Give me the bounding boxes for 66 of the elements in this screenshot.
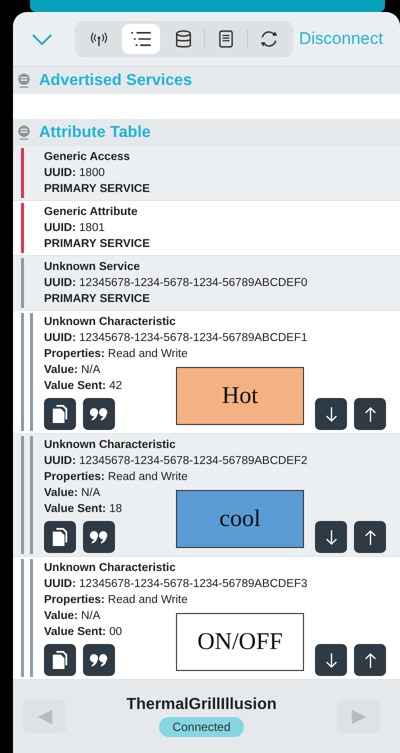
attribute-detail: PRIMARY SERVICE xyxy=(44,237,151,252)
attribute-detail: Properties: Read and Write xyxy=(44,593,189,608)
attribute-detail: Value: N/A xyxy=(44,609,102,624)
section-title: Attribute Table xyxy=(39,124,151,142)
arrow-up-icon xyxy=(364,652,376,668)
list-tab[interactable] xyxy=(122,24,160,54)
attribute-name: Generic Access xyxy=(44,150,131,165)
status-badge: Connected xyxy=(159,717,244,737)
annotation-label: cool xyxy=(176,490,304,548)
attribute-detail: PRIMARY SERVICE xyxy=(44,292,151,307)
attribute-name: Generic Attribute xyxy=(44,205,139,220)
refresh-icon xyxy=(259,29,279,49)
attribute-name: Unknown Characteristic xyxy=(44,438,177,453)
attribute-detail: UUID: 12345678-1234-5678-1234-56789ABCDEF3 xyxy=(44,577,308,592)
attribute-name: Unknown Characteristic xyxy=(44,561,177,576)
antenna-icon xyxy=(89,30,109,48)
quote-button[interactable] xyxy=(83,644,115,676)
section-title: Advertised Services xyxy=(39,72,192,90)
copy-icon xyxy=(51,526,69,548)
read-button[interactable] xyxy=(315,521,347,553)
copy-button[interactable] xyxy=(44,398,76,430)
quote-button[interactable] xyxy=(83,398,115,430)
attribute-detail: UUID: 1801 xyxy=(44,221,106,236)
arrow-down-icon xyxy=(324,652,338,668)
attribute-detail: PRIMARY SERVICE xyxy=(44,182,151,197)
write-button[interactable] xyxy=(354,398,386,430)
section-icon xyxy=(17,124,31,140)
triangle-left-icon xyxy=(36,708,54,726)
triangle-right-icon xyxy=(350,708,368,726)
quote-icon xyxy=(89,407,109,421)
copy-icon xyxy=(51,649,69,671)
annotation-label: ON/OFF xyxy=(176,613,304,671)
attribute-name: Unknown Service xyxy=(44,260,141,275)
copy-icon xyxy=(51,403,69,425)
read-button[interactable] xyxy=(315,644,347,676)
section-icon xyxy=(17,72,31,88)
write-button[interactable] xyxy=(354,521,386,553)
annotation-label: Hot xyxy=(176,367,304,425)
quote-icon xyxy=(89,653,109,667)
document-icon xyxy=(219,30,233,48)
disconnect-button[interactable]: Disconnect xyxy=(293,29,384,49)
quote-button[interactable] xyxy=(83,521,115,553)
attribute-detail: Properties: Read and Write xyxy=(44,470,189,485)
attribute-detail: Properties: Read and Write xyxy=(44,347,189,362)
attribute-detail: Value Sent: 00 xyxy=(44,625,123,640)
attribute-detail: UUID: 1800 xyxy=(44,166,106,181)
attribute-detail: Value Sent: 18 xyxy=(44,502,123,517)
attribute-name: Unknown Characteristic xyxy=(44,315,177,330)
copy-button[interactable] xyxy=(44,644,76,676)
write-button[interactable] xyxy=(354,644,386,676)
attribute-detail: Value: N/A xyxy=(44,486,102,501)
attribute-detail: UUID: 12345678-1234-5678-1234-56789ABCDEF1 xyxy=(44,331,308,346)
device-name: ThermalGrillIllusion xyxy=(126,696,277,714)
list-icon xyxy=(130,31,152,47)
attribute-detail: Value: N/A xyxy=(44,363,102,378)
attribute-detail: Value Sent: 42 xyxy=(44,379,123,394)
attribute-detail: UUID: 12345678-1234-5678-1234-56789ABCDEF2 xyxy=(44,454,308,469)
arrow-down-icon xyxy=(324,528,338,546)
read-button[interactable] xyxy=(315,398,347,430)
quote-icon xyxy=(89,530,109,544)
database-icon xyxy=(174,30,192,48)
arrow-up-icon xyxy=(364,528,376,546)
arrow-up-icon xyxy=(364,406,376,422)
arrow-down-icon xyxy=(324,406,338,422)
attribute-detail: UUID: 12345678-1234-5678-1234-56789ABCDEF0 xyxy=(44,276,308,291)
copy-button[interactable] xyxy=(44,521,76,553)
